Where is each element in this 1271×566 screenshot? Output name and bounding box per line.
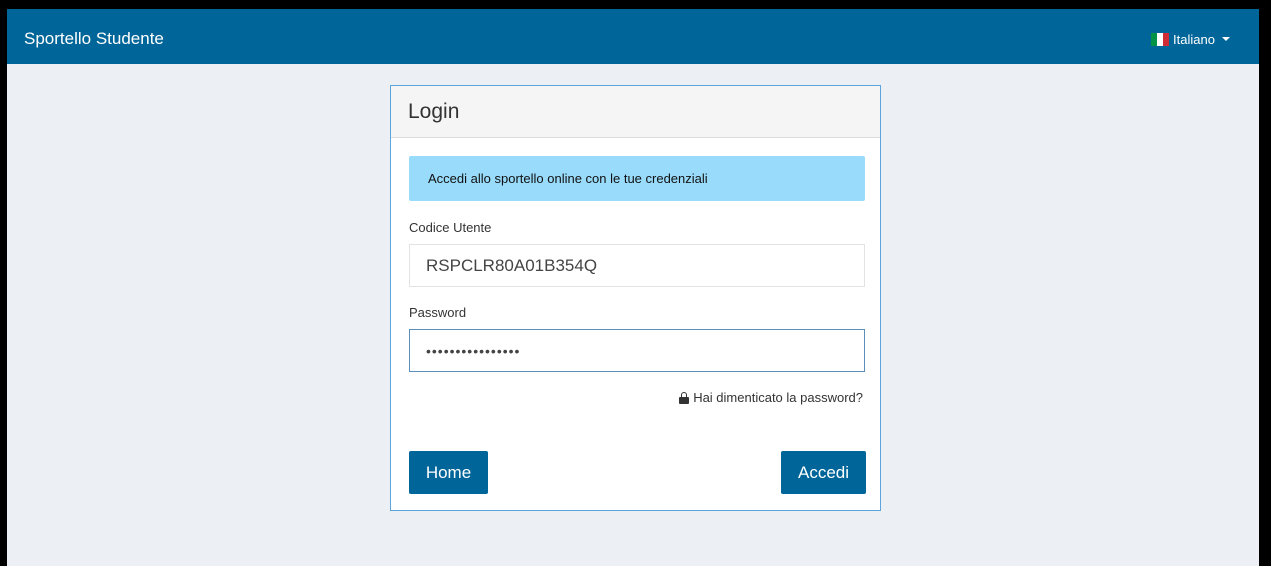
forgot-password-link[interactable]: Hai dimenticato la password? bbox=[679, 390, 863, 405]
language-label: Italiano bbox=[1173, 31, 1215, 47]
password-label: Password bbox=[409, 305, 467, 320]
brand-link[interactable]: Sportello Studente bbox=[24, 29, 164, 49]
forgot-password-label: Hai dimenticato la password? bbox=[693, 390, 863, 405]
info-alert: Accedi allo sportello online con le tue … bbox=[409, 156, 865, 201]
italy-flag-icon bbox=[1151, 32, 1169, 46]
lock-icon bbox=[679, 391, 690, 404]
browser-viewport: Sportello Studente Italiano Login Accedi… bbox=[7, 9, 1259, 566]
login-panel: Login Accedi allo sportello online con l… bbox=[390, 85, 881, 511]
password-input[interactable] bbox=[409, 329, 865, 372]
caret-down-icon bbox=[1221, 37, 1230, 41]
flag-stripe-red bbox=[1163, 32, 1169, 46]
home-button[interactable]: Home bbox=[409, 451, 488, 494]
accedi-button[interactable]: Accedi bbox=[781, 451, 866, 494]
username-label: Codice Utente bbox=[409, 220, 492, 235]
panel-heading: Login bbox=[391, 86, 880, 138]
language-dropdown[interactable]: Italiano bbox=[1151, 29, 1230, 49]
username-input[interactable] bbox=[409, 244, 865, 287]
panel-title: Login bbox=[408, 100, 460, 123]
top-navbar: Sportello Studente Italiano bbox=[7, 9, 1259, 64]
